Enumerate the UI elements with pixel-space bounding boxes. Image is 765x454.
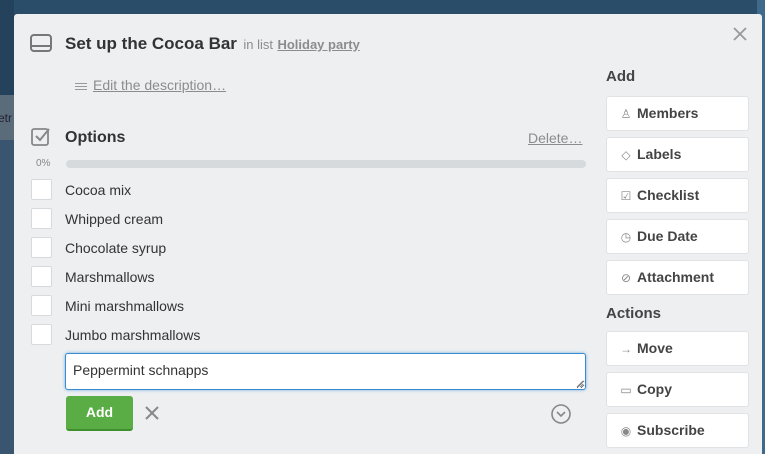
paperclip-icon: ⊘	[620, 271, 632, 285]
new-item-input[interactable]	[65, 353, 586, 390]
delete-checklist-link[interactable]: Delete…	[528, 130, 582, 146]
card-title[interactable]: Set up the Cocoa Bar	[65, 34, 237, 53]
arrow-right-icon: →	[620, 342, 632, 356]
checkbox-icon: ☑	[620, 189, 632, 203]
person-icon: ♙	[620, 107, 632, 121]
progress-bar	[66, 160, 586, 168]
clock-icon: ◷	[620, 230, 632, 244]
item-checkbox[interactable]	[31, 179, 52, 200]
move-button[interactable]: → Move	[606, 331, 749, 366]
add-heading: Add	[606, 68, 636, 85]
description-row[interactable]: Edit the description…	[75, 77, 226, 93]
board-peek-text: etr	[0, 111, 13, 125]
description-icon	[75, 81, 87, 92]
tag-icon: ◇	[621, 148, 631, 162]
members-button[interactable]: ♙ Members	[606, 96, 749, 131]
add-item-button[interactable]: Add	[66, 396, 133, 431]
card-detail-modal: Set up the Cocoa Bar in list Holiday par…	[14, 14, 762, 454]
subscribe-button[interactable]: ◉ Subscribe	[606, 413, 749, 448]
progress-percent: 0%	[36, 158, 51, 169]
copy-button[interactable]: ▭ Copy	[606, 372, 749, 407]
checklist-title[interactable]: Options	[65, 129, 125, 147]
eye-icon: ◉	[620, 424, 632, 438]
item-label[interactable]: Whipped cream	[65, 211, 163, 227]
item-label[interactable]: Jumbo marshmallows	[65, 327, 200, 343]
item-checkbox[interactable]	[31, 237, 52, 258]
resize-grip-icon[interactable]	[576, 380, 584, 388]
edit-description-link[interactable]: Edit the description…	[93, 77, 226, 93]
item-checkbox[interactable]	[31, 266, 52, 287]
card-title-row: Set up the Cocoa Bar in list Holiday par…	[65, 34, 360, 54]
in-list-label: in list	[243, 37, 273, 52]
item-label[interactable]: Marshmallows	[65, 269, 154, 285]
item-checkbox[interactable]	[31, 324, 52, 345]
item-label[interactable]: Cocoa mix	[65, 182, 131, 198]
item-checkbox[interactable]	[31, 208, 52, 229]
item-label[interactable]: Mini marshmallows	[65, 298, 184, 314]
checklist-button[interactable]: ☑ Checklist	[606, 178, 749, 213]
item-options-icon[interactable]	[550, 403, 572, 425]
copy-card-icon: ▭	[620, 383, 632, 397]
list-name-link[interactable]: Holiday party	[277, 37, 359, 52]
card-sidebar: Add ♙ Members ◇ Labels ☑ Checklist ◷ Due Dat…	[606, 68, 749, 454]
checklist-icon	[31, 128, 50, 146]
card-icon	[30, 34, 52, 52]
close-icon[interactable]	[730, 24, 750, 44]
item-checkbox[interactable]	[31, 295, 52, 316]
due-date-button[interactable]: ◷ Due Date	[606, 219, 749, 254]
attachment-button[interactable]: ⊘ Attachment	[606, 260, 749, 295]
board-backdrop-top	[14, 0, 765, 14]
cancel-x-icon[interactable]	[143, 404, 161, 422]
board-backdrop-left: etr	[0, 0, 14, 454]
actions-heading: Actions	[606, 305, 662, 322]
labels-button[interactable]: ◇ Labels	[606, 137, 749, 172]
item-label[interactable]: Chocolate syrup	[65, 240, 166, 256]
